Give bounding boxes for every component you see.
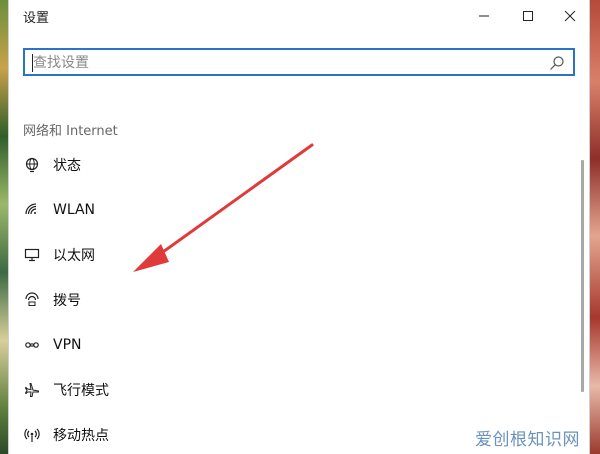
globe-status-icon — [23, 156, 41, 174]
nav-item-dialup[interactable]: 拨号 — [23, 284, 563, 316]
watermark: 爱创根知识网 — [475, 430, 580, 450]
scrollbar[interactable] — [581, 160, 584, 392]
nav-item-ethernet[interactable]: 以太网 — [23, 239, 563, 271]
search-icon[interactable] — [549, 55, 565, 71]
nav-item-status[interactable]: 状态 — [23, 149, 563, 181]
nav-item-label: 状态 — [53, 158, 81, 174]
close-icon — [564, 10, 576, 22]
hotspot-icon — [23, 426, 41, 444]
nav-item-label: WLAN — [53, 202, 96, 218]
minimize-button[interactable] — [462, 0, 506, 32]
search-input[interactable] — [33, 54, 533, 72]
airplane-icon — [23, 381, 41, 399]
window-title: 设置 — [23, 11, 50, 26]
title-bar: 设置 — [9, 0, 589, 32]
maximize-button[interactable] — [506, 0, 550, 32]
maximize-icon — [523, 11, 533, 21]
nav-item-wlan[interactable]: WLAN — [23, 194, 563, 226]
nav-item-vpn[interactable]: VPN — [23, 329, 563, 361]
nav-item-label: 移动热点 — [53, 428, 109, 444]
vpn-icon — [23, 336, 41, 354]
nav-item-label: 拨号 — [53, 293, 81, 309]
minimize-icon — [479, 15, 489, 17]
nav-item-label: 飞行模式 — [53, 383, 109, 399]
close-button[interactable] — [548, 0, 592, 32]
wifi-icon — [23, 201, 41, 219]
settings-window: 设置 网络和 Internet 状态 — [8, 0, 590, 454]
nav-item-label: 以太网 — [53, 248, 95, 264]
section-title: 网络和 Internet — [23, 124, 118, 139]
search-box[interactable] — [23, 48, 575, 76]
dialup-icon — [23, 291, 41, 309]
ethernet-icon — [23, 246, 41, 264]
nav-item-airplane-mode[interactable]: 飞行模式 — [23, 374, 563, 406]
nav-item-label: VPN — [53, 337, 82, 353]
